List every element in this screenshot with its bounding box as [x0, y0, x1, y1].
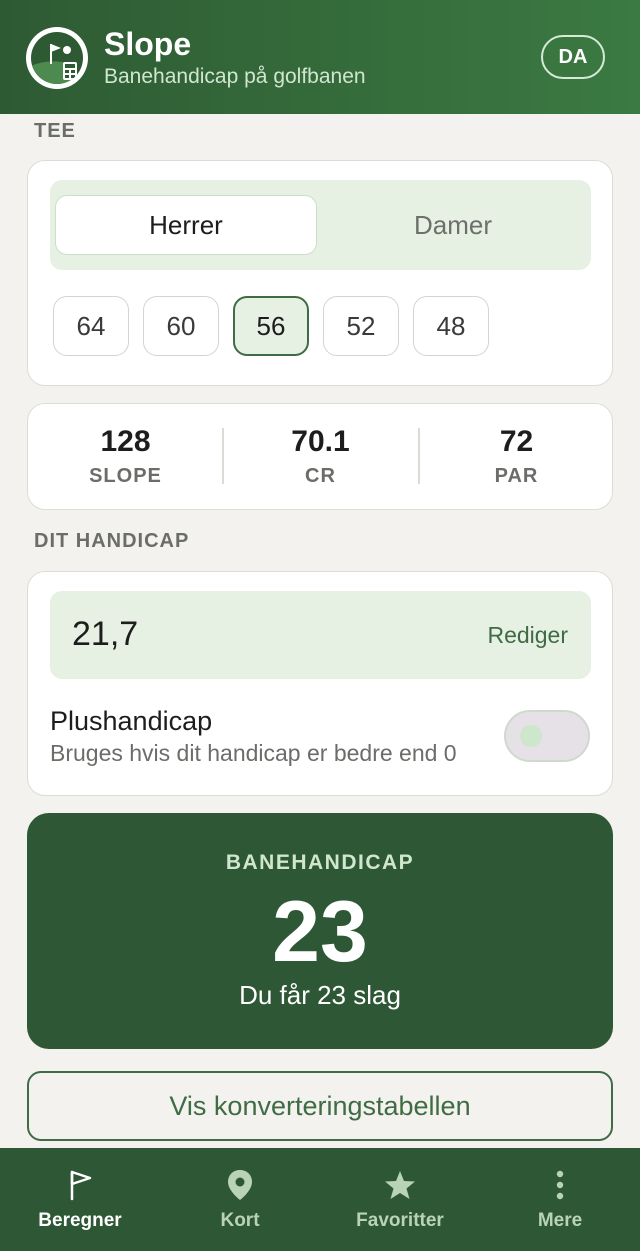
nav-item-calculator[interactable]: Beregner [0, 1148, 160, 1251]
tee-chip-60[interactable]: 60 [143, 296, 219, 356]
gender-option-men[interactable]: Herrer [55, 195, 317, 255]
plus-handicap-toggle[interactable] [504, 710, 590, 762]
gender-segmented-control: Herrer Damer [50, 180, 591, 270]
app-title: Slope [104, 26, 192, 62]
stat-par: 72 PAR [419, 404, 614, 508]
handicap-card: 21,7 Rediger Plushandicap Bruges hvis di… [27, 571, 613, 796]
nav-item-favorites[interactable]: Favoritter [320, 1148, 480, 1251]
stat-slope-label: SLOPE [89, 464, 162, 487]
stat-par-label: PAR [494, 464, 539, 487]
result-description: Du får 23 slag [239, 980, 401, 1010]
edit-handicap-button[interactable]: Rediger [487, 622, 568, 649]
stat-slope: 128 SLOPE [28, 404, 223, 508]
golf-calculator-icon [31, 32, 83, 84]
more-vertical-icon [544, 1168, 576, 1202]
handicap-section-label: DIT HANDICAP [34, 530, 190, 552]
stat-par-value: 72 [499, 424, 534, 458]
toggle-knob [520, 725, 542, 747]
stat-cr-label: CR [305, 464, 336, 487]
course-stats-card: 128 SLOPE 70.1 CR 72 PAR [27, 403, 613, 510]
stat-slope-value: 128 [100, 424, 151, 458]
nav-label: Favoritter [356, 1209, 444, 1231]
bottom-navigation: Beregner Kort Favoritter Mere [0, 1148, 640, 1251]
nav-label: Beregner [38, 1209, 122, 1231]
nav-item-map[interactable]: Kort [160, 1148, 320, 1251]
app-subtitle: Banehandicap på golfbanen [104, 65, 366, 88]
nav-item-more[interactable]: Mere [480, 1148, 640, 1251]
gender-option-women[interactable]: Damer [322, 195, 584, 255]
nav-label: Mere [537, 1209, 583, 1231]
star-icon [384, 1168, 416, 1202]
result-label: BANEHANDICAP [225, 851, 415, 874]
stat-cr-value: 70.1 [291, 424, 350, 458]
result-value: 23 [272, 884, 368, 980]
app-header: Slope Banehandicap på golfbanen DA [0, 0, 640, 114]
tee-chip-52[interactable]: 52 [323, 296, 399, 356]
app-logo [26, 27, 88, 89]
flag-icon [64, 1168, 96, 1202]
stat-cr: 70.1 CR [223, 404, 418, 508]
language-button[interactable]: DA [541, 35, 605, 79]
nav-label: Kort [220, 1209, 260, 1231]
handicap-input-field[interactable]: 21,7 Rediger [50, 591, 591, 679]
handicap-value: 21,7 [72, 615, 139, 653]
course-handicap-result: BANEHANDICAP 23 Du får 23 slag [27, 813, 613, 1049]
tee-section-label: TEE [34, 120, 76, 142]
tee-chip-48[interactable]: 48 [413, 296, 489, 356]
tee-card: Herrer Damer 64 60 56 52 48 [27, 160, 613, 386]
tee-chip-64[interactable]: 64 [53, 296, 129, 356]
map-pin-icon [224, 1168, 256, 1202]
show-conversion-table-button[interactable]: Vis konverteringstabellen [27, 1071, 613, 1141]
plus-handicap-subtitle: Bruges hvis dit handicap er bedre end 0 [50, 740, 457, 766]
tee-chip-56[interactable]: 56 [233, 296, 309, 356]
plus-handicap-title: Plushandicap [50, 706, 213, 736]
